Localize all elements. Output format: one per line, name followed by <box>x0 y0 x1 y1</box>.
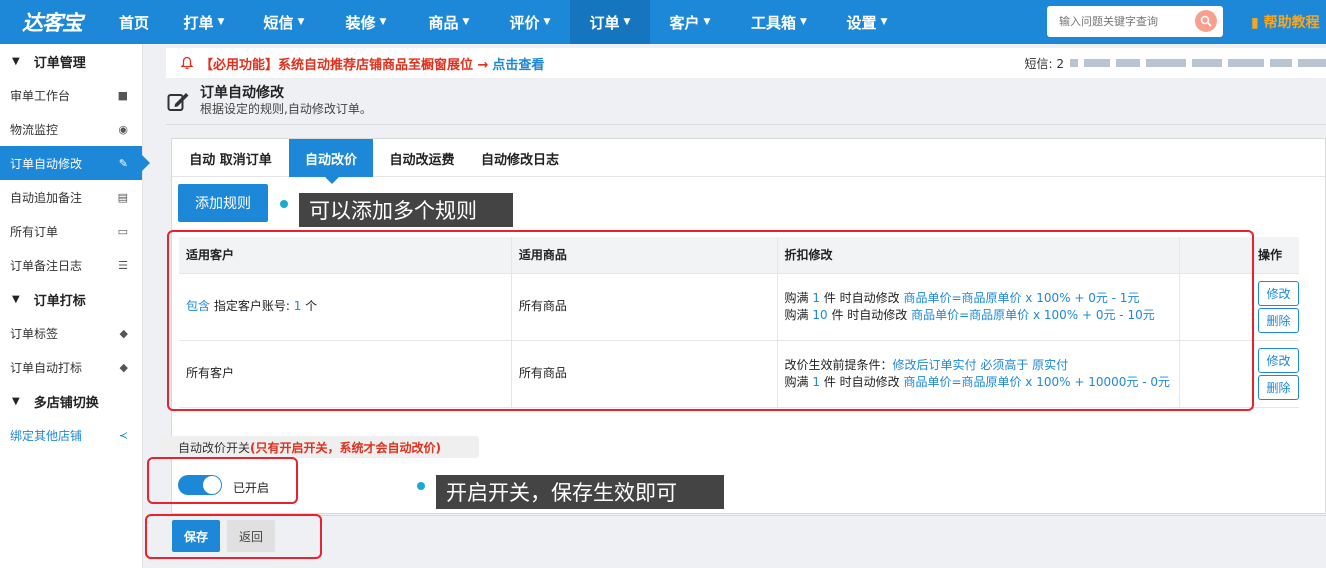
sidebar-item-auto-tagging[interactable]: 订单自动打标 ◆ <box>0 350 142 384</box>
sidebar-item-all-orders[interactable]: 所有订单 ▭ <box>0 214 142 248</box>
nav-toolbox[interactable]: 工具箱 ▼ <box>730 0 828 44</box>
search-button[interactable] <box>1195 10 1217 32</box>
redacted-block <box>1192 59 1222 67</box>
highlight-buttons <box>145 514 322 559</box>
notice-link[interactable]: 点击查看 <box>492 54 544 73</box>
logo[interactable]: 达客宝 <box>0 0 104 44</box>
sms-label: 短信: 2 <box>1024 56 1065 71</box>
edit-icon: ✎ <box>118 156 128 170</box>
callout-save: 开启开关，保存生效即可 <box>436 475 724 509</box>
sidebar-item-note-log[interactable]: 订单备注日志 ☰ <box>0 248 142 282</box>
chevron-down-icon: ▼ <box>800 17 807 27</box>
add-rule-button[interactable]: 添加规则 <box>178 184 268 222</box>
share-icon: ≺ <box>118 428 128 442</box>
divider <box>166 515 1326 516</box>
nav-customers[interactable]: 客户 ▼ <box>650 0 730 44</box>
chevron-down-icon: ▼ <box>297 17 305 27</box>
divider <box>166 124 1326 125</box>
redacted-block <box>1084 59 1110 67</box>
auto-price-switch-label: 自动改价开关 (只有开启开关，系统才会自动改价) <box>159 436 479 458</box>
chevron-down-icon: ▼ <box>379 17 387 27</box>
page-header: 订单自动修改 根据设定的规则,自动修改订单。 <box>166 84 372 116</box>
edit-button[interactable]: 修改 <box>1257 280 1299 306</box>
page-subtitle: 根据设定的规则,自动修改订单。 <box>200 102 372 116</box>
highlight-toggle <box>147 457 298 504</box>
sidebar-item-order-tags[interactable]: 订单标签 ◆ <box>0 316 142 350</box>
caret-down-icon: ▼ <box>12 395 20 407</box>
redacted-block <box>1298 59 1326 67</box>
tab-auto-cancel[interactable]: 自动 取消订单 <box>172 139 289 177</box>
sidebar-section-multi-shop[interactable]: ▼ 多店铺切换 <box>0 384 142 418</box>
truck-icon: ■ <box>117 88 128 102</box>
notice-text: 【必用功能】系统自动推荐店铺商品至橱窗展位 → <box>200 57 489 73</box>
help-link[interactable]: ▮ 帮助教程 <box>1251 12 1320 32</box>
eye-icon: ◉ <box>118 122 128 136</box>
caret-down-icon: ▼ <box>12 55 20 67</box>
sidebar-item-review-workbench[interactable]: 审单工作台 ■ <box>0 78 142 112</box>
redacted-block <box>1228 59 1264 67</box>
nav-settings[interactable]: 设置 ▼ <box>828 0 906 44</box>
nav-home[interactable]: 首页 <box>104 0 164 44</box>
edit-button[interactable]: 修改 <box>1257 347 1299 373</box>
caret-down-icon: ▼ <box>12 293 20 305</box>
callout-add-rule: 可以添加多个规则 <box>299 193 513 227</box>
search-icon <box>1200 15 1212 27</box>
sidebar-item-bind-shop[interactable]: 绑定其他店铺 ≺ <box>0 418 142 452</box>
chevron-down-icon: ▼ <box>543 17 551 27</box>
search-box <box>1047 6 1223 37</box>
chevron-down-icon: ▼ <box>462 17 470 27</box>
nav-orders[interactable]: 订单 ▼ <box>570 0 650 44</box>
highlight-table <box>167 230 1254 411</box>
list-icon: ☰ <box>118 258 128 272</box>
nav-goods[interactable]: 商品 ▼ <box>408 0 490 44</box>
tab-modify-log[interactable]: 自动修改日志 <box>471 139 569 177</box>
redacted-block <box>1070 59 1078 67</box>
chevron-down-icon: ▼ <box>623 17 631 27</box>
redacted-block <box>1116 59 1140 67</box>
sidebar-item-auto-append-note[interactable]: 自动追加备注 ▤ <box>0 180 142 214</box>
nav-reviews[interactable]: 评价 ▼ <box>490 0 570 44</box>
sidebar: ▼ 订单管理 审单工作台 ■ 物流监控 ◉ 订单自动修改 ✎ 自动追加备注 ▤ 所有订单 ▭… <box>0 44 150 568</box>
nav-print[interactable]: 打单 ▼ <box>164 0 244 44</box>
tab-auto-price[interactable]: 自动改价 <box>289 139 373 184</box>
nav-sms[interactable]: 短信 ▼ <box>244 0 324 44</box>
delete-button[interactable]: 删除 <box>1257 307 1299 333</box>
tags-icon: ◆ <box>119 326 128 340</box>
sidebar-section-order-management[interactable]: ▼ 订单管理 <box>0 44 142 78</box>
tab-auto-freight[interactable]: 自动改运费 <box>373 139 471 177</box>
tags-icon: ◆ <box>119 360 128 374</box>
tab-bar: 自动 取消订单 自动改价 自动改运费 自动修改日志 <box>172 139 1326 184</box>
page-title: 订单自动修改 <box>200 85 284 101</box>
nav-decoration[interactable]: 装修 ▼ <box>324 0 408 44</box>
sidebar-item-logistics-monitor[interactable]: 物流监控 ◉ <box>0 112 142 146</box>
redacted-block <box>1270 59 1292 67</box>
bell-icon <box>180 56 194 69</box>
notice-bar: 【必用功能】系统自动推荐店铺商品至橱窗展位 → 点击查看 短信: 2 <box>166 48 1326 78</box>
edit-icon <box>167 93 189 111</box>
sms-balance: 短信: 2 <box>1025 48 1326 78</box>
sidebar-section-order-tagging[interactable]: ▼ 订单打标 <box>0 282 142 316</box>
callout-dot <box>417 482 425 490</box>
sidebar-item-order-auto-modify[interactable]: 订单自动修改 ✎ <box>0 146 150 180</box>
chevron-down-icon: ▼ <box>703 17 711 27</box>
chevron-down-icon: ▼ <box>880 17 888 27</box>
list-alt-icon: ▤ <box>117 190 128 204</box>
delete-button[interactable]: 删除 <box>1257 374 1299 400</box>
callout-dot <box>280 200 288 208</box>
card-icon: ▭ <box>117 224 128 238</box>
book-icon: ▮ <box>1251 15 1259 31</box>
redacted-block <box>1146 59 1186 67</box>
chevron-down-icon: ▼ <box>217 17 225 27</box>
top-nav: 达客宝 首页 打单 ▼ 短信 ▼ 装修 ▼ 商品 ▼ 评价 ▼ 订单 ▼ 客户 ▼ 工具箱 ▼ … <box>0 0 1326 44</box>
search-input[interactable] <box>1059 15 1189 28</box>
switch-warning: (只有开启开关，系统才会自动改价) <box>250 440 441 455</box>
